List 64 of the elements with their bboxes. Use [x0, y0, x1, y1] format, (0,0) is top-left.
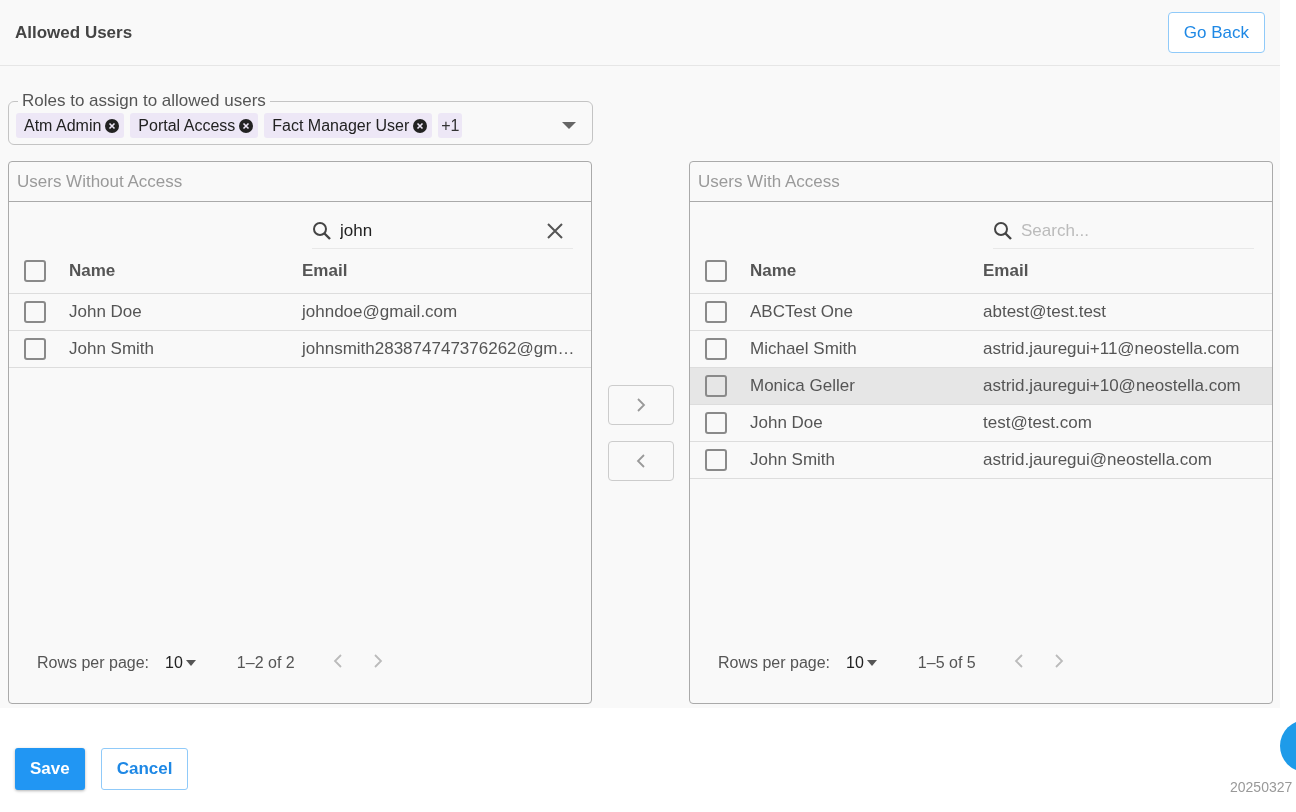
- select-all-checkbox[interactable]: [704, 260, 727, 282]
- table-cell: test@test.com: [983, 413, 1092, 433]
- table-cell-text: Michael Smith: [750, 339, 858, 359]
- table-cell-text: John Smith: [69, 339, 156, 359]
- roles-select[interactable]: Roles to assign to allowed users Atm Admin Portal Access Fact Manager User +1: [8, 91, 593, 145]
- table-cell: astrid.jauregui@neostella.com: [983, 450, 1212, 470]
- caret-icon: [184, 659, 197, 667]
- column-header[interactable]: Email: [983, 261, 1029, 281]
- column-header[interactable]: Name: [750, 261, 983, 281]
- rows-per-page-select[interactable]: 10: [165, 654, 197, 672]
- select-all-checkbox[interactable]: [23, 260, 46, 282]
- role-chip[interactable]: Atm Admin: [16, 113, 125, 138]
- table-row[interactable]: John Smith astrid.jauregui@neostella.com: [690, 442, 1272, 479]
- row-checkbox[interactable]: [23, 301, 46, 323]
- go-back-button[interactable]: Go Back: [1167, 12, 1265, 53]
- remove-icon[interactable]: [105, 118, 120, 133]
- remove-icon[interactable]: [239, 118, 254, 133]
- caret-icon: [865, 659, 878, 667]
- row-checkbox[interactable]: [704, 449, 727, 471]
- table-row[interactable]: ABCTest One abtest@test.test: [690, 294, 1272, 331]
- search-icon: [312, 221, 332, 241]
- version-label: 20250327: [1230, 779, 1293, 795]
- row-checkbox[interactable]: [704, 338, 727, 360]
- table-row[interactable]: John Doe johndoe@gmail.com: [9, 294, 591, 331]
- page-title: Allowed Users: [15, 22, 133, 43]
- column-header[interactable]: Email: [302, 261, 348, 281]
- table-cell: abtest@test.test: [983, 302, 1107, 322]
- page-range: 1–5 of 5: [917, 654, 976, 672]
- clear-icon[interactable]: [547, 223, 563, 239]
- more-chip: +1: [438, 113, 463, 138]
- table-cell-text: Monica Geller: [750, 376, 856, 396]
- search-field[interactable]: Search...: [1019, 220, 1254, 242]
- role-chip[interactable]: Fact Manager User: [264, 113, 433, 138]
- rows-per-page-label: Rows per page:: [37, 654, 150, 672]
- panel-title: Users Without Access: [9, 162, 591, 202]
- chevron-right-icon[interactable]: [635, 396, 646, 413]
- row-checkbox[interactable]: [704, 412, 727, 434]
- column-header[interactable]: Name: [69, 261, 302, 281]
- rows-per-page-label: Rows per page:: [718, 654, 831, 672]
- table-cell: johnsmith283874747376262@gm…: [302, 339, 575, 359]
- search-icon: [993, 221, 1013, 241]
- row-checkbox[interactable]: [704, 375, 727, 397]
- table-row[interactable]: John Smith johnsmith283874747376262@gm…: [9, 331, 591, 368]
- page-range: 1–2 of 2: [236, 654, 295, 672]
- panel-title: Users With Access: [690, 162, 1272, 202]
- row-checkbox[interactable]: [23, 338, 46, 360]
- search-field[interactable]: john: [338, 220, 541, 242]
- table-cell: astrid.jauregui+11@neostella.com: [983, 339, 1240, 359]
- dropdown-caret-icon[interactable]: [562, 121, 576, 130]
- chevron-left-icon[interactable]: [635, 452, 646, 469]
- remove-icon[interactable]: [413, 118, 428, 133]
- table-row[interactable]: John Doe test@test.com: [690, 405, 1272, 442]
- table-cell-text: John Doe: [69, 302, 143, 322]
- table-cell-text: John Smith: [750, 450, 837, 470]
- table-cell: johndoe@gmail.com: [302, 302, 458, 322]
- table-cell-text: John Doe: [750, 413, 824, 433]
- cancel-button[interactable]: Cancel: [100, 748, 189, 790]
- table-cell-text: ABCTest One: [750, 302, 854, 322]
- table-row[interactable]: Monica Geller astrid.jauregui+10@neostella.com: [690, 368, 1272, 405]
- field-label: Roles to assign to allowed users: [21, 91, 267, 111]
- rows-per-page-select[interactable]: 10: [846, 654, 878, 672]
- row-checkbox[interactable]: [704, 301, 727, 323]
- table-cell: astrid.jauregui+10@neostella.com: [983, 376, 1241, 396]
- role-chip[interactable]: Portal Access: [130, 113, 259, 138]
